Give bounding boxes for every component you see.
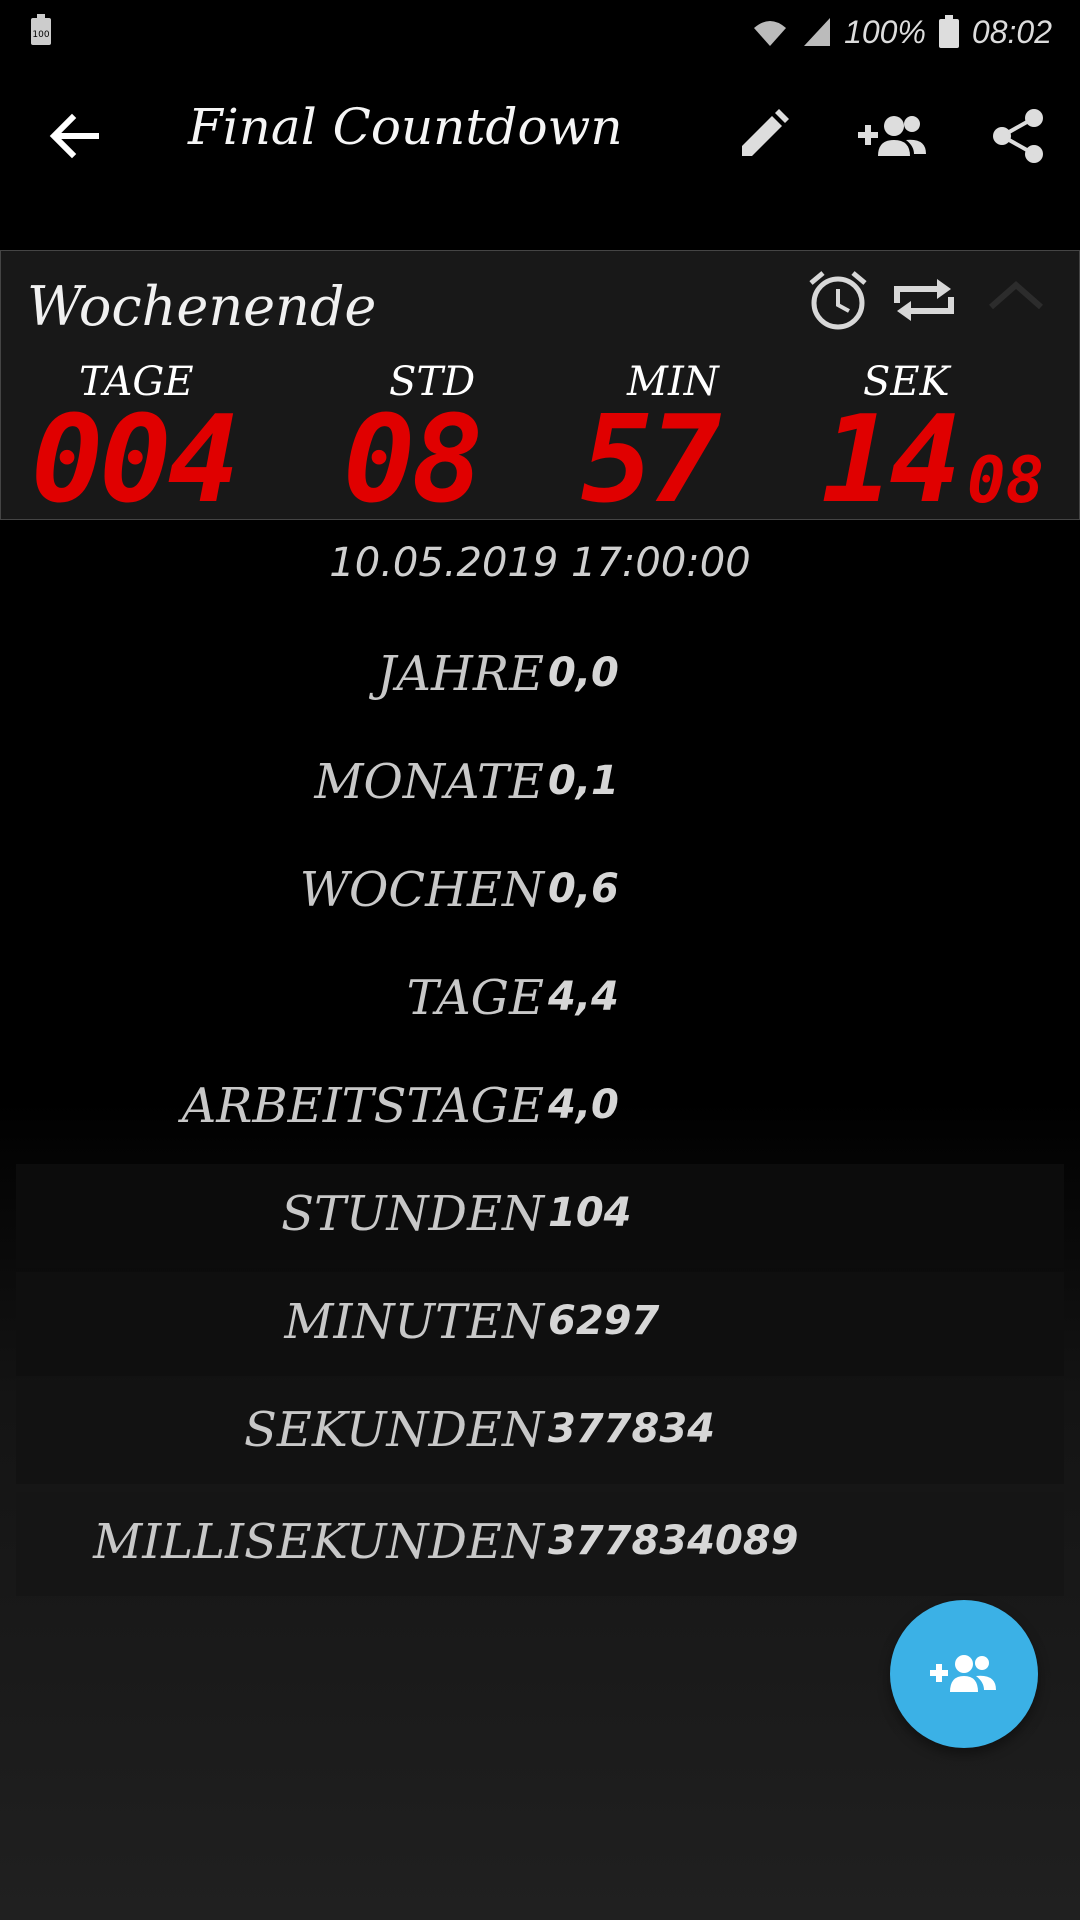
battery-100-icon: 100	[31, 14, 51, 45]
stat-row-weeks: WOCHEN 0,6	[16, 840, 1064, 944]
wifi-icon	[754, 21, 787, 46]
battery-percent: 100%	[844, 13, 926, 50]
stat-value: 4,0	[548, 1082, 619, 1128]
stat-value: 104	[548, 1190, 632, 1236]
stat-label: STUNDEN	[281, 1186, 544, 1242]
stat-label: WOCHEN	[299, 862, 544, 918]
stat-value: 0,0	[548, 650, 619, 696]
share-icon[interactable]	[986, 104, 1050, 168]
stat-label: SEKUNDEN	[243, 1402, 544, 1458]
stat-row-workdays: ARBEITSTAGE 4,0	[16, 1056, 1064, 1160]
stat-label: MILLISEKUNDEN	[93, 1514, 544, 1570]
status-time: 08:02	[971, 13, 1052, 50]
stat-value: 377834089	[548, 1518, 799, 1564]
target-date: 10.05.2019 17:00:00	[329, 540, 751, 586]
signal-icon	[804, 18, 831, 46]
stat-row-milliseconds: MILLISEKUNDEN 377834089	[16, 1492, 1064, 1596]
stat-label: TAGE	[406, 970, 544, 1026]
chevron-up-icon[interactable]	[983, 267, 1049, 333]
stat-row-days: TAGE 4,4	[16, 948, 1064, 1052]
add-group-icon[interactable]	[856, 104, 928, 168]
centiseconds-digits: 08	[967, 444, 1045, 518]
alarm-icon[interactable]	[805, 267, 871, 333]
app-bar: Final Countdown	[0, 64, 1080, 204]
seconds-digits: 14	[821, 391, 961, 530]
stat-row-months: MONATE 0,1	[16, 732, 1064, 836]
back-arrow-icon[interactable]	[44, 106, 104, 166]
countdown-card[interactable]: Wochenende TAGE STD MIN SEK 004 08 57 14…	[0, 250, 1080, 530]
stat-value: 4,4	[548, 974, 619, 1020]
add-group-icon	[930, 1655, 996, 1692]
stat-value: 377834	[548, 1406, 715, 1452]
stat-row-seconds: SEKUNDEN 377834	[16, 1380, 1064, 1484]
minutes-digits: 57	[581, 391, 721, 530]
stat-row-minutes: MINUTEN 6297	[16, 1272, 1064, 1376]
status-right: 100% 08:02	[750, 10, 1052, 54]
stat-row-hours: STUNDEN 104	[16, 1164, 1064, 1268]
days-digits: 004	[31, 391, 240, 530]
countdown-name: Wochenende	[27, 275, 377, 338]
stat-label: MINUTEN	[284, 1294, 544, 1350]
edit-icon[interactable]	[730, 104, 794, 168]
svg-text:100: 100	[32, 30, 49, 40]
app-title: Final Countdown	[188, 98, 623, 156]
stat-label: MONATE	[314, 754, 544, 810]
hours-digits: 08	[343, 391, 483, 530]
battery-icon	[938, 15, 959, 48]
stat-label: JAHRE	[377, 646, 544, 702]
stat-value: 6297	[548, 1298, 660, 1344]
repeat-icon[interactable]	[889, 267, 959, 333]
status-bar: 100 100% 08:02	[0, 0, 1080, 64]
add-participant-fab[interactable]	[890, 1600, 1038, 1748]
stat-value: 0,6	[548, 866, 619, 912]
stat-row-years: JAHRE 0,0	[16, 624, 1064, 728]
stat-label: ARBEITSTAGE	[181, 1078, 544, 1134]
stat-value: 0,1	[548, 758, 619, 804]
